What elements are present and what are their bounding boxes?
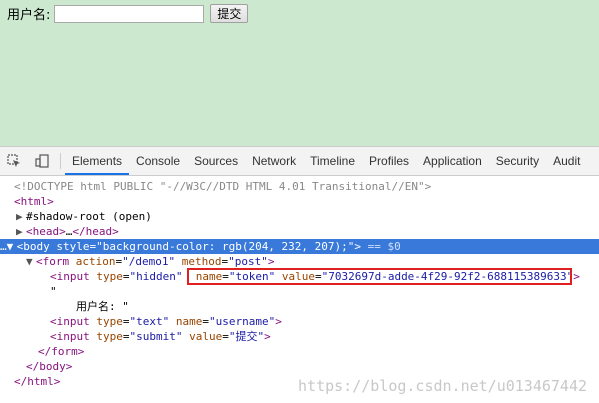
- tab-timeline[interactable]: Timeline: [303, 147, 362, 175]
- tab-application[interactable]: Application: [416, 147, 489, 175]
- dom-line-input-hidden[interactable]: <input type="hidden" name="token" value=…: [0, 268, 599, 285]
- tab-security[interactable]: Security: [489, 147, 546, 175]
- inspect-element-icon[interactable]: [0, 147, 28, 175]
- login-form: 用户名: 提交: [7, 4, 249, 23]
- tab-network[interactable]: Network: [245, 147, 303, 175]
- collapsed-triangle-icon[interactable]: ▶: [16, 209, 26, 224]
- dom-line-form[interactable]: ▼ <form action="/demo1" method="post">: [0, 254, 599, 269]
- token-highlight-box: [187, 268, 572, 285]
- tab-profiles[interactable]: Profiles: [362, 147, 416, 175]
- tab-sources[interactable]: Sources: [187, 147, 245, 175]
- dom-line-doctype[interactable]: <!DOCTYPE html PUBLIC "-//W3C//DTD HTML …: [0, 179, 599, 194]
- tab-audits[interactable]: Audit: [546, 147, 587, 175]
- watermark: https://blog.csdn.net/u013467442: [298, 377, 587, 395]
- dom-line-text-quote[interactable]: ": [0, 284, 599, 299]
- dom-tree: <!DOCTYPE html PUBLIC "-//W3C//DTD HTML …: [0, 176, 599, 389]
- dom-line-form-close[interactable]: </form>: [0, 344, 599, 359]
- toolbar-divider: [60, 153, 61, 169]
- expanded-triangle-icon[interactable]: ▼: [26, 254, 36, 269]
- devtools-panel: Elements Console Sources Network Timelin…: [0, 146, 599, 403]
- dom-line-shadow-root[interactable]: ▶ #shadow-root (open): [0, 209, 599, 224]
- devtools-toolbar: Elements Console Sources Network Timelin…: [0, 147, 599, 176]
- submit-button[interactable]: 提交: [210, 4, 249, 23]
- username-input[interactable]: [54, 4, 205, 23]
- dom-line-html[interactable]: <html>: [0, 194, 599, 209]
- expanded-triangle-icon[interactable]: ▼: [7, 239, 17, 254]
- username-label: 用户名:: [7, 8, 51, 23]
- dom-line-text-node[interactable]: 用户名: ": [0, 299, 599, 314]
- page-preview: 用户名: 提交: [0, 0, 599, 146]
- dom-line-body-selected[interactable]: …▼ <body style="background-color: rgb(204…: [0, 239, 599, 254]
- dom-line-body-close[interactable]: </body>: [0, 359, 599, 374]
- tab-elements[interactable]: Elements: [65, 147, 130, 175]
- dom-line-input-submit[interactable]: <input type="submit" value="提交">: [0, 329, 599, 344]
- dom-line-input-text[interactable]: <input type="text" name="username">: [0, 314, 599, 329]
- device-toolbar-icon[interactable]: [28, 147, 56, 175]
- collapsed-triangle-icon[interactable]: ▶: [16, 224, 26, 239]
- tab-console[interactable]: Console: [129, 147, 187, 175]
- dom-line-head[interactable]: ▶ <head>…</head>: [0, 224, 599, 239]
